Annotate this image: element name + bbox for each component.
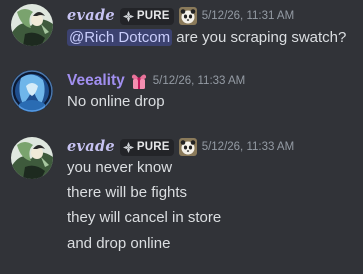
message-text: are you scraping swatch? — [172, 29, 347, 46]
user-mention[interactable]: @Rich Dotcom — [67, 29, 173, 46]
message-3-line-2: there will be fights — [67, 184, 188, 201]
message-3-header: evade PURE 5/12/26, 11:33 AM — [67, 138, 294, 156]
message-2-content: No online drop — [67, 93, 165, 110]
panda-icon — [178, 138, 197, 156]
anime-character-avatar — [11, 4, 53, 46]
panda-icon — [178, 7, 197, 25]
avatar-evade[interactable] — [11, 4, 53, 46]
guild-tag-label: PURE — [136, 141, 170, 153]
username-veeality[interactable]: Veeality — [67, 72, 125, 90]
username-evade[interactable]: evade — [67, 138, 115, 156]
clover-icon — [122, 141, 134, 153]
timestamp[interactable]: 5/12/26, 11:33 AM — [202, 141, 295, 153]
avatar-veeality[interactable] — [11, 70, 53, 112]
anime-character-avatar — [11, 137, 53, 179]
timestamp[interactable]: 5/12/26, 11:31 AM — [202, 10, 295, 22]
message-3-line-4: and drop online — [67, 235, 171, 252]
message-1-header: evade PURE 5/12/26, 11:31 AM — [67, 7, 294, 25]
gift-ribbon-icon — [130, 72, 148, 90]
avatar-evade[interactable] — [11, 137, 53, 179]
message-3-line-1: you never know — [67, 159, 173, 176]
message-2-header: Veeality 5/12/26, 11:33 AM — [67, 72, 245, 90]
clover-icon — [122, 10, 134, 22]
blue-character-avatar — [11, 70, 53, 112]
guild-tag[interactable]: PURE — [119, 138, 174, 156]
guild-tag-label: PURE — [136, 10, 170, 22]
message-3-line-3: they will cancel in store — [67, 209, 222, 226]
username-evade[interactable]: evade — [67, 7, 115, 25]
message-1-content: @Rich Dotcom are you scraping swatch? — [67, 28, 346, 48]
timestamp[interactable]: 5/12/26, 11:33 AM — [153, 75, 246, 87]
guild-tag[interactable]: PURE — [119, 7, 174, 25]
